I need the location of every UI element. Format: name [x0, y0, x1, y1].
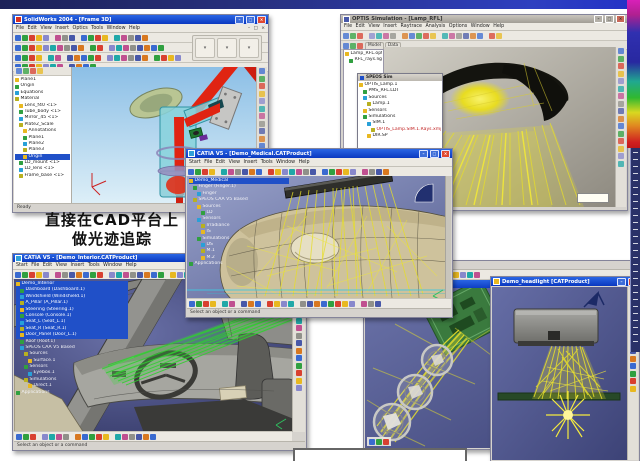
- app-icon: [15, 255, 22, 262]
- headlight-title: Demo_headlight [CATProduct]: [502, 279, 590, 285]
- slide-caption: 直接在CAD平台上 做光迹追踪: [22, 211, 202, 249]
- mdi-window-buttons[interactable]: – □ ×: [248, 26, 265, 31]
- colorbar-legend-strip: [630, 148, 640, 352]
- minimize-button[interactable]: –: [235, 16, 244, 24]
- maximize-button[interactable]: □: [246, 16, 255, 24]
- medical-menubar[interactable]: Start File Edit View Insert Tools Window…: [186, 158, 452, 167]
- solidworks-feature-tree[interactable]: Plane1 Origin Equations Material Lens_f4…: [14, 76, 71, 180]
- medical-title: CATIA V5 - [Demo_Medical.CATProduct]: [197, 151, 312, 157]
- speos-dialog-titlebar[interactable]: SPEOS Sim: [358, 74, 442, 81]
- tab-model[interactable]: Model: [365, 42, 384, 49]
- minimize-button[interactable]: –: [594, 15, 603, 23]
- window-catia-headlight[interactable]: Demo_headlight [CATProduct] – ×: [490, 276, 640, 461]
- app-icon: [343, 16, 350, 23]
- solidworks-title: SolidWorks 2004 - [Frame 3D]: [24, 17, 111, 23]
- minimize-button[interactable]: –: [617, 278, 626, 286]
- bottom-text-box: [293, 448, 467, 461]
- close-button[interactable]: ×: [441, 150, 450, 158]
- headlight-viewport[interactable]: [492, 287, 627, 460]
- medical-statusbar: Select an object or a command: [187, 308, 451, 316]
- minimize-button[interactable]: –: [419, 150, 428, 158]
- slide-top-gradient-bar: [0, 0, 627, 9]
- optis-titlebar[interactable]: OPTIS Simulation - [Lamp_RFL] – □ ×: [341, 15, 627, 23]
- viewport-mini-popup: [577, 193, 609, 203]
- caption-line-2: 做光迹追踪: [22, 230, 202, 249]
- optis-title: OPTIS Simulation - [Lamp_RFL]: [352, 16, 443, 22]
- solidworks-feature-tree-panel[interactable]: Plane1 Origin Equations Material Lens_f4…: [14, 67, 72, 204]
- headlight-raytrace-model: [492, 287, 627, 460]
- caption-line-1: 直接在CAD平台上: [22, 211, 202, 230]
- status-text: Ready: [17, 205, 31, 210]
- command-button[interactable]: ▾: [195, 38, 215, 58]
- optis-right-toolbar[interactable]: [615, 47, 626, 207]
- app-icon: [15, 16, 22, 23]
- lightguide-view-toolbar[interactable]: [367, 437, 391, 446]
- close-button[interactable]: ×: [257, 16, 266, 24]
- solidworks-menubar[interactable]: File Edit View Insert Optics Tools Windo…: [13, 24, 268, 33]
- maximize-button[interactable]: □: [430, 150, 439, 158]
- dialog-icon: [360, 76, 364, 80]
- command-button[interactable]: ▾: [217, 38, 237, 58]
- speos-dialog-tree[interactable]: OPTIS_Lamp.1 PMS_RFL.LDT Sources Lamp.1 …: [358, 81, 442, 141]
- medical-scrollbar[interactable]: [445, 176, 451, 299]
- headlight-titlebar[interactable]: Demo_headlight [CATProduct] – ×: [491, 277, 639, 286]
- close-button[interactable]: ×: [616, 15, 625, 23]
- slide: Demo_LightGuide – □ ×: [0, 0, 640, 461]
- optis-menubar[interactable]: File Edit View Insert Raytrace Analysis …: [341, 23, 627, 31]
- command-button[interactable]: ▾: [239, 38, 259, 58]
- rainbow-colorbar: [627, 0, 640, 148]
- app-icon: [188, 150, 195, 157]
- status-text: Select an object or a command: [190, 310, 260, 315]
- solidworks-menu-items[interactable]: File Edit View Insert Optics Tools Windo…: [16, 26, 140, 31]
- solidworks-command-panel[interactable]: ▾ ▾ ▾: [192, 35, 262, 61]
- medical-menu-items[interactable]: Start File Edit View Insert Tools Window…: [189, 160, 310, 165]
- optis-menu-items[interactable]: File Edit View Insert Raytrace Analysis …: [344, 24, 504, 29]
- window-catia-medical[interactable]: CATIA V5 - [Demo_Medical.CATProduct] – □…: [185, 148, 453, 318]
- speos-sim-dialog[interactable]: SPEOS Sim OPTIS_Lamp.1 PMS_RFL.LDT Sourc…: [357, 73, 443, 157]
- document-icon: [493, 278, 500, 285]
- optis-toolbar[interactable]: [341, 31, 627, 41]
- medical-spec-tree[interactable]: Demo_Medical Finger (Finger.1) Finger SP…: [189, 178, 289, 267]
- interior-title: CATIA V5 - [Demo_Interior.CATProduct]: [24, 255, 137, 261]
- interior-menu-items[interactable]: Start File Edit View Insert Tools Window…: [16, 263, 137, 268]
- status-text: Select an object or a command: [17, 443, 87, 448]
- speos-dialog-title: SPEOS Sim: [366, 75, 392, 80]
- maximize-button[interactable]: □: [605, 15, 614, 23]
- interior-statusbar: Select an object or a command: [14, 441, 305, 449]
- medical-titlebar[interactable]: CATIA V5 - [Demo_Medical.CATProduct] – □…: [186, 149, 452, 158]
- solidworks-titlebar[interactable]: SolidWorks 2004 - [Frame 3D] – □ ×: [13, 15, 268, 24]
- interior-spec-tree[interactable]: Demo_Interior Dashboard (Dashboard.1) Wi…: [16, 281, 128, 396]
